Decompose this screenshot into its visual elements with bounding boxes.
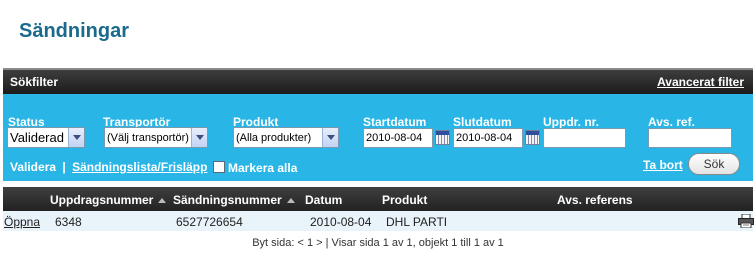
column-header-sender-ref[interactable]: Avs. referens <box>557 193 633 207</box>
filter-panel: Status Validerad Transportör (Välj trans… <box>3 94 753 181</box>
column-header-label: Uppdragsnummer <box>50 193 154 207</box>
product-cell: DHL PARTI <box>386 215 448 229</box>
end-date-label: Slutdatum <box>453 115 512 129</box>
advanced-filter-link[interactable]: Avancerat filter <box>657 75 744 89</box>
page-title: Sändningar <box>19 20 130 42</box>
transporter-select-value: (Välj transportör) <box>107 131 189 144</box>
action-links: Validera | Sändningslista/Frisläpp <box>10 160 207 174</box>
column-header-date[interactable]: Datum <box>305 193 342 207</box>
table-header: Uppdragsnummer Sändningsnummer Datum Pro… <box>3 187 753 211</box>
chevron-down-icon[interactable] <box>68 128 84 147</box>
filter-header: Sökfilter Avancerat filter <box>3 68 753 94</box>
column-header-product[interactable]: Produkt <box>382 193 427 207</box>
transporter-select[interactable]: (Välj transportör) <box>104 127 208 148</box>
sort-asc-icon <box>158 198 167 204</box>
pager-info: | Visar sida 1 av 1, objekt 1 till 1 av … <box>325 237 504 249</box>
product-select-value: (Alla produkter) <box>236 131 312 144</box>
calendar-icon[interactable] <box>435 130 450 145</box>
chevron-down-icon[interactable] <box>191 128 207 147</box>
mark-all-label: Markera alla <box>228 161 298 175</box>
pager-next[interactable]: > <box>316 237 322 249</box>
order-no-input[interactable] <box>543 128 626 148</box>
table-row: Öppna 6348 6527726654 2010-08-04 DHL PAR… <box>3 211 754 231</box>
sort-asc-icon <box>286 198 295 204</box>
validate-link[interactable]: Validera <box>10 160 56 174</box>
product-select[interactable]: (Alla produkter) <box>233 127 339 148</box>
pager-prefix: Byt sida: <box>252 237 295 249</box>
link-separator: | <box>62 160 66 174</box>
pager-prev[interactable]: < <box>297 237 303 249</box>
column-header-label: Sändningsnummer <box>173 193 282 207</box>
open-link[interactable]: Öppna <box>4 215 40 229</box>
start-date-label: Startdatum <box>363 115 427 129</box>
order-no-label: Uppdr. nr. <box>543 115 600 129</box>
end-date-input[interactable]: 2010-08-04 <box>453 128 523 148</box>
date-cell: 2010-08-04 <box>310 215 372 229</box>
remove-link[interactable]: Ta bort <box>643 158 683 172</box>
shipping-list-link[interactable]: Sändningslista/Frisläpp <box>72 160 207 174</box>
column-header-shipment-no[interactable]: Sändningsnummer <box>173 193 295 207</box>
chevron-down-icon[interactable] <box>322 128 338 147</box>
column-header-order-no[interactable]: Uppdragsnummer <box>50 193 167 207</box>
pager-current: 1 <box>306 237 314 249</box>
start-date-input[interactable]: 2010-08-04 <box>363 128 433 148</box>
printer-icon[interactable] <box>738 214 754 228</box>
sender-ref-label: Avs. ref. <box>648 115 695 129</box>
filter-header-title: Sökfilter <box>10 75 59 89</box>
order-no-cell: 6348 <box>55 215 82 229</box>
status-select-value: Validerad <box>10 130 64 145</box>
sender-ref-input[interactable] <box>648 128 732 148</box>
shipment-no-cell: 6527726654 <box>176 215 243 229</box>
search-button[interactable]: Sök <box>688 153 740 175</box>
status-select[interactable]: Validerad <box>7 127 85 148</box>
mark-all-checkbox[interactable] <box>213 161 225 173</box>
pagination: Byt sida: < 1 > | Visar sida 1 av 1, obj… <box>0 237 756 249</box>
calendar-icon[interactable] <box>525 130 540 145</box>
